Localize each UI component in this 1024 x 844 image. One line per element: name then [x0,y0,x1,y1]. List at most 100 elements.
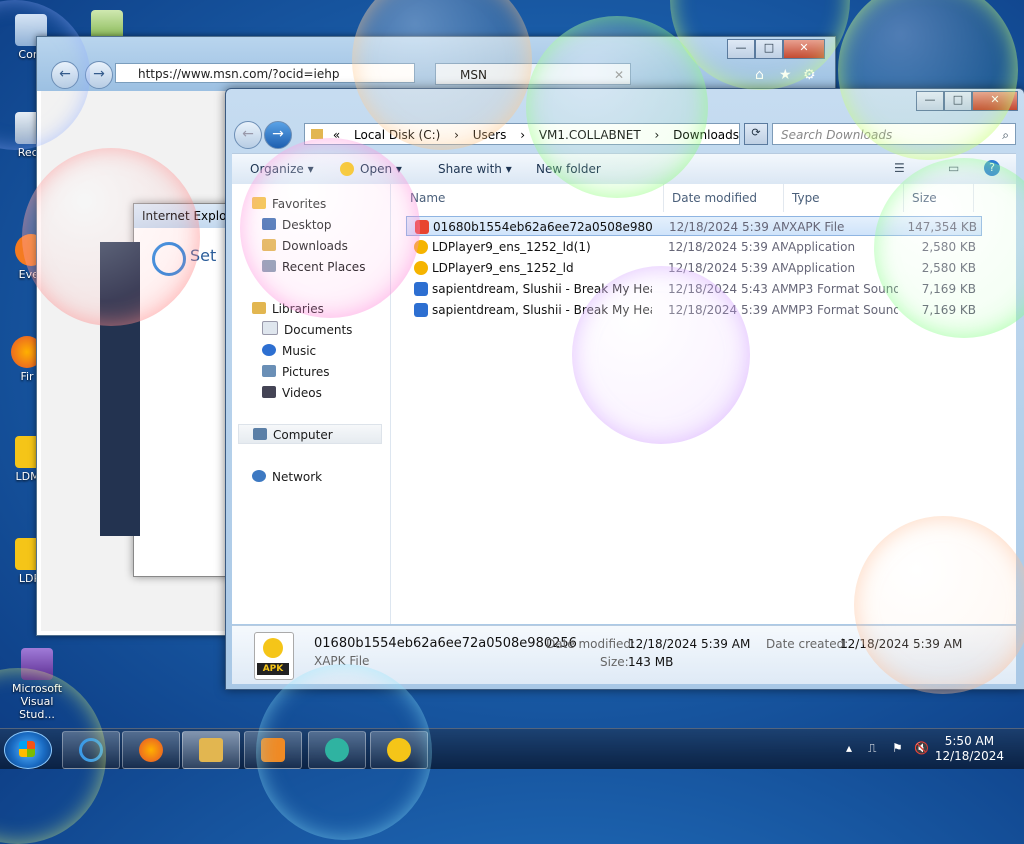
address-bar[interactable]: « Local Disk (C:) › Users › VM1.COLLABNE… [304,123,740,145]
nav-documents[interactable]: Documents [262,320,352,340]
open-button[interactable]: Open ▾ [360,154,402,184]
file-date: 12/18/2024 5:39 AM [669,220,789,234]
close-button[interactable]: ✕ [783,39,825,59]
nav-network[interactable]: Network [252,467,322,487]
ie-tab-msn[interactable]: MSN ✕ [435,63,631,85]
file-name: 01680b1554eb62a6ee72a0508e980256 [433,220,653,234]
nav-desktop[interactable]: Desktop [262,215,332,235]
volume-muted-icon[interactable]: 🔇 [914,741,929,755]
nav-label: Videos [282,386,322,400]
refresh-button[interactable]: ⟳ [744,123,768,145]
clock-time: 5:50 AM [944,734,995,748]
star-icon [252,197,266,209]
maximize-button[interactable]: □ [755,39,783,59]
documents-icon [262,321,278,335]
taskbar-app[interactable] [308,731,366,769]
tray-expand-icon[interactable]: ▴ [846,741,852,755]
taskbar-explorer[interactable] [182,731,240,769]
nav-favorites[interactable]: Favorites [252,194,326,214]
gear-icon[interactable]: ⚙ [803,67,816,83]
file-row[interactable]: sapientdream, Slushii - Break My Heart [… [406,300,982,320]
folder-icon [311,129,323,139]
column-header-date[interactable]: Date modified [664,184,784,212]
close-tab-icon[interactable]: ✕ [614,64,624,86]
new-folder-button[interactable]: New folder [536,154,601,184]
back-button[interactable]: ← [51,61,79,89]
nav-libraries[interactable]: Libraries [252,299,324,319]
close-button[interactable]: ✕ [972,91,1018,111]
column-header-size[interactable]: Size [904,184,974,212]
windows-logo-icon [19,741,35,757]
breadcrumb-user[interactable]: VM1.COLLABNET [539,128,641,142]
nav-label: Desktop [282,218,332,232]
breadcrumb-downloads[interactable]: Downloads [673,128,739,142]
file-name-cell: sapientdream, Slushii - Break My Heart [… [414,279,652,299]
organize-button[interactable]: Organize ▾ [250,154,314,184]
nav-pictures[interactable]: Pictures [262,362,330,382]
file-row[interactable]: 01680b1554eb62a6ee72a0508e980256 12/18/2… [406,216,982,236]
close-icon: ✕ [990,93,1000,106]
column-header-name[interactable]: Name [402,184,664,212]
forward-button[interactable]: → [264,121,292,149]
breadcrumb-users[interactable]: Users [473,128,507,142]
details-size-value: 143 MB [628,655,674,669]
minimize-icon: — [924,93,936,106]
home-icon[interactable]: ⌂ [755,67,764,83]
flag-tray-icon[interactable]: ⚑ [892,741,903,755]
dialog-side-panel [100,242,140,536]
forward-button[interactable]: → [85,61,113,89]
nav-computer[interactable]: Computer [238,424,382,444]
file-type: Application [788,261,856,275]
taskbar-media-player[interactable] [244,731,302,769]
clock-date: 12/18/2024 [934,749,1004,763]
minimize-button[interactable]: — [727,39,755,59]
file-size: 2,580 KB [921,240,976,254]
nav-recent-places[interactable]: Recent Places [262,257,365,277]
view-options-icon[interactable]: ☰ [894,161,905,175]
nav-label: Network [272,470,323,484]
breadcrumb-separator: › [520,128,526,142]
breadcrumb-separator: › [654,128,660,142]
network-tray-icon[interactable]: ⎍ [868,741,876,756]
xapk-file-icon [415,220,429,234]
taskbar-firefox[interactable] [122,731,180,769]
taskbar-ldplayer[interactable] [370,731,428,769]
nav-music[interactable]: Music [262,341,316,361]
ie-address-bar[interactable]: https://www.msn.com/?ocid=iehp [115,63,415,83]
file-row[interactable]: LDPlayer9_ens_1252_ld 12/18/2024 5:39 AM… [406,258,982,278]
file-row[interactable]: sapientdream, Slushii - Break My Heart [… [406,279,982,299]
desktop-icon-visual-studio[interactable]: Microsoft Visual Stud... [2,648,72,721]
column-header-type[interactable]: Type [784,184,904,212]
breadcrumb-local-disk[interactable]: Local Disk (C:) [354,128,440,142]
search-icon: ⌕ [1002,128,1009,142]
libraries-icon [252,302,266,314]
desktop-icon-label: Fir [20,370,34,383]
file-type: MP3 Format Sound [788,282,898,296]
share-with-button[interactable]: Share with ▾ [438,154,512,184]
maximize-button[interactable]: □ [944,91,972,111]
clock[interactable]: 5:50 AM 12/18/2024 [935,734,1004,764]
favorites-star-icon[interactable]: ★ [779,67,792,83]
details-pane: APK 01680b1554eb62a6ee72a0508e980256 XAP… [232,625,1016,684]
back-button[interactable]: ← [234,121,262,149]
details-size-label: Size: [600,655,629,669]
maximize-icon: □ [763,41,775,54]
breadcrumb-overflow[interactable]: « [333,128,340,142]
preview-pane-icon[interactable]: ▭ [948,161,959,175]
start-button[interactable] [4,731,52,769]
help-icon[interactable]: ? [984,160,1000,176]
search-input[interactable]: Search Downloads ⌕ [772,123,1016,145]
visual-studio-icon [21,648,53,680]
nav-label: Libraries [272,302,324,316]
url-text: https://www.msn.com/?ocid=iehp [138,67,340,81]
file-row[interactable]: LDPlayer9_ens_1252_ld(1) 12/18/2024 5:39… [406,237,982,257]
explorer-window[interactable]: — □ ✕ ← → « Local Disk (C:) › Users › VM… [225,88,1024,690]
nav-downloads[interactable]: Downloads [262,236,348,256]
apk-badge: APK [257,663,289,675]
folder-icon [199,738,223,762]
details-modified-label: Date modified: [546,637,636,651]
nav-videos[interactable]: Videos [262,383,322,403]
minimize-icon: — [735,41,747,54]
minimize-button[interactable]: — [916,91,944,111]
taskbar-ie[interactable] [62,731,120,769]
